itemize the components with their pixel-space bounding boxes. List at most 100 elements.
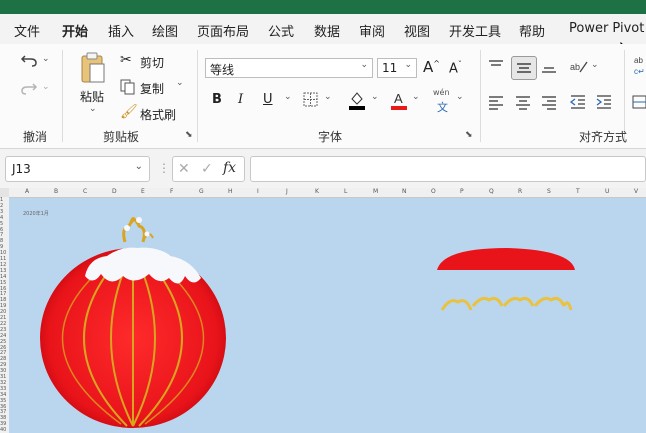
font-size-combo[interactable]: 11 ⌄: [377, 58, 417, 78]
tab-insert[interactable]: 插入: [108, 21, 134, 40]
column-header[interactable]: R: [518, 188, 522, 195]
column-header[interactable]: Q: [489, 188, 494, 195]
cancel-icon[interactable]: ✕: [178, 161, 190, 177]
paste-dropdown-icon[interactable]: ⌄: [89, 104, 97, 114]
tab-help[interactable]: 帮助: [519, 21, 545, 40]
decrease-font-size-icon[interactable]: Aˇ: [449, 60, 462, 76]
column-header[interactable]: F: [170, 188, 173, 195]
undo-icon[interactable]: [20, 52, 38, 68]
svg-text:ab: ab: [634, 56, 643, 65]
tab-developer[interactable]: 开发工具: [449, 21, 501, 40]
column-header[interactable]: L: [344, 188, 347, 195]
phonetic-guide-icon[interactable]: 文: [437, 99, 448, 115]
column-headers: A B C D E F G H I J K L M N O P Q R S T U V: [0, 188, 646, 198]
name-box[interactable]: J13 ⌄: [5, 156, 150, 182]
formula-buttons: ✕ ✓ fx: [172, 156, 245, 182]
column-header[interactable]: B: [54, 188, 58, 195]
lantern-top-shape[interactable]: [437, 248, 575, 270]
cut-icon[interactable]: ✂: [120, 52, 132, 68]
italic-button[interactable]: I: [238, 92, 243, 107]
fill-color-dropdown-icon[interactable]: ⌄: [371, 92, 379, 102]
increase-font-size-icon[interactable]: A^: [423, 58, 440, 76]
tab-view[interactable]: 视图: [404, 21, 430, 40]
column-header[interactable]: V: [634, 188, 638, 195]
phonetic-guide-top[interactable]: wén: [433, 88, 450, 97]
bold-button[interactable]: B: [212, 92, 222, 107]
redo-icon[interactable]: [20, 80, 38, 96]
enter-icon[interactable]: ✓: [201, 161, 213, 177]
column-header[interactable]: C: [83, 188, 87, 195]
phonetic-dropdown-icon[interactable]: ⌄: [456, 92, 464, 102]
format-painter-icon[interactable]: 🖌: [120, 104, 138, 120]
format-painter-button[interactable]: 格式刷: [140, 106, 176, 123]
select-all-corner[interactable]: [0, 188, 9, 197]
paste-icon[interactable]: [80, 52, 106, 84]
column-header[interactable]: E: [141, 188, 145, 195]
svg-text:c↵: c↵: [634, 67, 645, 76]
cut-button[interactable]: 剪切: [140, 54, 164, 71]
copy-icon[interactable]: [120, 79, 136, 95]
column-header[interactable]: D: [112, 188, 117, 195]
font-name-value: 等线: [210, 63, 235, 77]
insert-function-button[interactable]: fx: [223, 160, 236, 176]
font-color-icon[interactable]: A: [390, 90, 408, 110]
tab-page-layout[interactable]: 页面布局: [197, 21, 249, 40]
column-header[interactable]: A: [25, 188, 29, 195]
align-middle-button[interactable]: [511, 56, 537, 80]
tab-power-pivot[interactable]: Power Pivot: [569, 21, 644, 36]
align-right-icon[interactable]: [541, 94, 557, 110]
column-header[interactable]: T: [576, 188, 580, 195]
column-header[interactable]: G: [199, 188, 204, 195]
worksheet-grid[interactable]: ABCDEFGHIJKLMNOPQRSTUV 1 2 3 4 5 6 7 8 9 10 11 12 13…: [0, 188, 646, 433]
row-header[interactable]: 40: [0, 427, 6, 433]
tab-data[interactable]: 数据: [314, 21, 340, 40]
clipboard-launcher-icon[interactable]: ⬊: [185, 130, 193, 140]
column-header[interactable]: U: [605, 188, 609, 195]
font-color-dropdown-icon[interactable]: ⌄: [412, 92, 420, 102]
formula-bar-grip-icon[interactable]: ⋮: [158, 162, 170, 174]
copy-button[interactable]: 复制: [140, 80, 164, 97]
merge-center-icon[interactable]: [632, 94, 646, 110]
align-bottom-icon[interactable]: [541, 58, 557, 74]
font-launcher-icon[interactable]: ⬊: [465, 130, 473, 140]
column-header[interactable]: I: [257, 188, 259, 195]
redo-dropdown-icon[interactable]: ⌄: [42, 82, 50, 92]
tab-file[interactable]: 文件: [14, 21, 40, 40]
column-header[interactable]: O: [431, 188, 436, 195]
font-name-combo[interactable]: 等线 ⌄: [205, 58, 373, 78]
copy-dropdown-icon[interactable]: ⌄: [176, 78, 184, 88]
column-header[interactable]: K: [315, 188, 319, 195]
wrap-text-icon[interactable]: ab c↵: [634, 54, 646, 78]
lantern-shape[interactable]: [40, 217, 226, 428]
underline-button[interactable]: U: [263, 92, 273, 107]
gold-arc-shapes[interactable]: [440, 297, 573, 311]
align-top-icon[interactable]: [488, 58, 504, 74]
chevron-down-icon: ⌄: [134, 161, 143, 172]
paste-label[interactable]: 粘贴: [80, 88, 104, 105]
fill-color-icon[interactable]: [348, 90, 366, 110]
formula-input[interactable]: [250, 156, 646, 182]
sheet-canvas[interactable]: 2020年1月: [9, 198, 646, 433]
column-header[interactable]: S: [547, 188, 551, 195]
underline-dropdown-icon[interactable]: ⌄: [284, 92, 292, 102]
font-group-label: 字体: [318, 130, 343, 144]
column-header[interactable]: P: [460, 188, 464, 195]
tab-formulas[interactable]: 公式: [268, 21, 294, 40]
column-header[interactable]: H: [228, 188, 233, 195]
orientation-icon[interactable]: ab: [570, 58, 588, 74]
column-header[interactable]: M: [373, 188, 378, 195]
ribbon-tabs: 文件 开始 插入 绘图 页面布局 公式 数据 审阅 视图 开发工具 帮助 Pow…: [0, 14, 646, 60]
align-center-icon[interactable]: [515, 94, 531, 110]
column-header[interactable]: N: [402, 188, 407, 195]
increase-indent-icon[interactable]: [596, 94, 612, 110]
align-left-icon[interactable]: [488, 94, 504, 110]
tab-home[interactable]: 开始: [62, 21, 88, 40]
orientation-dropdown-icon[interactable]: ⌄: [591, 60, 599, 70]
borders-icon[interactable]: [303, 92, 319, 108]
tab-draw[interactable]: 绘图: [152, 21, 178, 40]
borders-dropdown-icon[interactable]: ⌄: [324, 92, 332, 102]
column-header[interactable]: J: [286, 188, 288, 195]
tab-review[interactable]: 审阅: [359, 21, 385, 40]
decrease-indent-icon[interactable]: [570, 94, 586, 110]
undo-dropdown-icon[interactable]: ⌄: [42, 54, 50, 64]
